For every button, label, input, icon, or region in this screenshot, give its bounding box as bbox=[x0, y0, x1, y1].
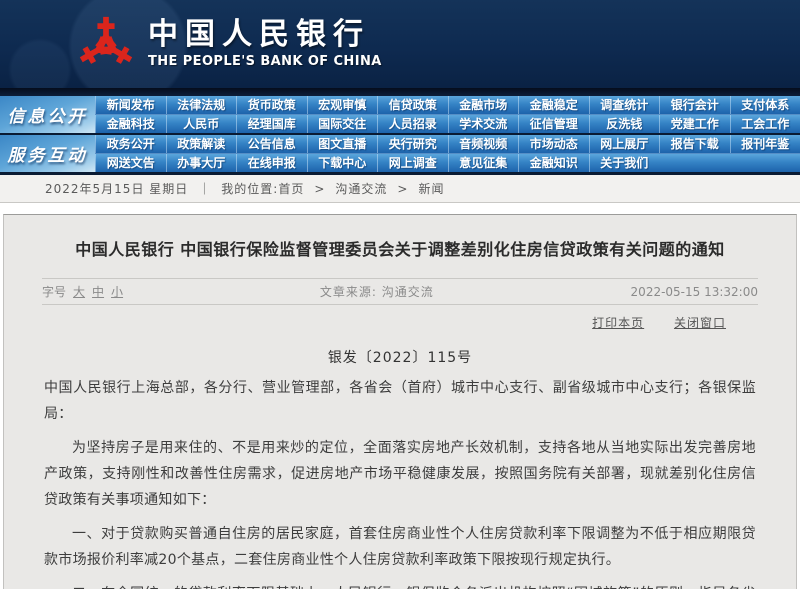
nav-item[interactable]: 支付体系 bbox=[730, 96, 800, 114]
article-actions: 打印本页 关闭窗口 bbox=[4, 314, 726, 331]
nav-item[interactable]: 下载中心 bbox=[307, 154, 378, 172]
print-page-button[interactable]: 打印本页 bbox=[592, 316, 644, 330]
fontsize-small-button[interactable]: 小 bbox=[111, 283, 123, 300]
nav-item[interactable]: 经理国库 bbox=[236, 115, 307, 133]
nav-item[interactable]: 政务公开 bbox=[95, 135, 166, 153]
nav-item[interactable]: 信贷政策 bbox=[377, 96, 448, 114]
nav-top-strip bbox=[0, 88, 800, 96]
site-title-english: THE PEOPLE'S BANK OF CHINA bbox=[148, 54, 382, 69]
nav-item[interactable]: 征信管理 bbox=[518, 115, 589, 133]
nav-item[interactable]: 报刊年鉴 bbox=[730, 135, 800, 153]
breadcrumb-arrow-icon: > bbox=[397, 182, 408, 196]
breadcrumb-pipe: ｜ bbox=[198, 180, 211, 197]
nav-item[interactable]: 国际交往 bbox=[307, 115, 378, 133]
nav-item[interactable]: 办事大厅 bbox=[166, 154, 237, 172]
article-paragraph: 二、在全国统一的贷款利率下限基础上，人民银行、银保监会各派出机构按照“因城施策”… bbox=[44, 581, 756, 589]
breadcrumb-communication-link[interactable]: 沟通交流 bbox=[335, 180, 387, 197]
pboc-logo-icon bbox=[76, 13, 136, 75]
article-paragraph: 为坚持房子是用来住的、不是用来炒的定位，全面落实房地产长效机制，支持各地从当地实… bbox=[44, 435, 756, 513]
nav-item[interactable]: 金融市场 bbox=[448, 96, 519, 114]
gap-strip bbox=[0, 203, 800, 214]
current-date: 2022年5月15日 星期日 bbox=[45, 180, 188, 197]
article-panel: 中国人民银行 中国银行保险监督管理委员会关于调整差别化住房信贷政策有关问题的通知… bbox=[3, 214, 797, 589]
nav-item[interactable]: 金融稳定 bbox=[518, 96, 589, 114]
breadcrumb-home-link[interactable]: 首页 bbox=[278, 182, 304, 196]
breadcrumb-arrow-icon: > bbox=[314, 182, 325, 196]
fontsize-controls: 字号 大 中 小 bbox=[42, 283, 123, 300]
site-header: 中国人民银行 THE PEOPLE'S BANK OF CHINA bbox=[0, 0, 800, 88]
article-paragraph: 一、对于贷款购买普通自住房的居民家庭，首套住房商业性个人住房贷款利率下限调整为不… bbox=[44, 521, 756, 573]
article-title: 中国人民银行 中国银行保险监督管理委员会关于调整差别化住房信贷政策有关问题的通知 bbox=[64, 239, 736, 261]
nav-item[interactable]: 金融知识 bbox=[518, 154, 589, 172]
nav-item[interactable]: 网上调查 bbox=[377, 154, 448, 172]
nav-item[interactable]: 反洗钱 bbox=[589, 115, 660, 133]
nav-item[interactable]: 图文直播 bbox=[307, 135, 378, 153]
nav-item[interactable]: 人民币 bbox=[166, 115, 237, 133]
nav-item[interactable]: 法律法规 bbox=[166, 96, 237, 114]
nav-item[interactable]: 报告下载 bbox=[659, 135, 730, 153]
fontsize-medium-button[interactable]: 中 bbox=[92, 283, 104, 300]
article-paragraph: 中国人民银行上海总部，各分行、营业管理部，各省会（首府）城市中心支行、副省级城市… bbox=[44, 375, 756, 427]
nav-label-info-disclosure[interactable]: 信息公开 bbox=[0, 96, 95, 133]
nav-row-1: 新闻发布法律法规货币政策宏观审慎信贷政策金融市场金融稳定调查统计银行会计支付体系 bbox=[95, 96, 800, 114]
nav-row-2: 金融科技人民币经理国库国际交往人员招录学术交流征信管理反洗钱党建工作工会工作 bbox=[95, 114, 800, 133]
nav-item[interactable]: 网送文告 bbox=[95, 154, 166, 172]
nav-item[interactable]: 市场动态 bbox=[518, 135, 589, 153]
nav-item[interactable]: 央行研究 bbox=[377, 135, 448, 153]
site-title-chinese: 中国人民银行 bbox=[148, 19, 382, 51]
fontsize-large-button[interactable]: 大 bbox=[73, 283, 85, 300]
nav-row-3: 政务公开政策解读公告信息图文直播央行研究音频视频市场动态网上展厅报告下载报刊年鉴 bbox=[95, 135, 800, 153]
article-meta: 字号 大 中 小 文章来源: 沟通交流 2022-05-15 13:32:00 bbox=[42, 279, 758, 304]
nav-item[interactable]: 关于我们 bbox=[589, 154, 660, 172]
fontsize-label: 字号 bbox=[42, 283, 66, 300]
nav-item[interactable]: 网上展厅 bbox=[589, 135, 660, 153]
article-source: 文章来源: 沟通交流 bbox=[123, 283, 630, 300]
nav-item[interactable]: 公告信息 bbox=[236, 135, 307, 153]
breadcrumb-news-link[interactable]: 新闻 bbox=[418, 180, 444, 197]
nav-item[interactable]: 金融科技 bbox=[95, 115, 166, 133]
nav-item[interactable]: 音频视频 bbox=[448, 135, 519, 153]
nav-item[interactable]: 调查统计 bbox=[589, 96, 660, 114]
nav-item[interactable]: 银行会计 bbox=[659, 96, 730, 114]
article-body: 中国人民银行上海总部，各分行、营业管理部，各省会（首府）城市中心支行、副省级城市… bbox=[44, 375, 756, 589]
nav-item[interactable]: 工会工作 bbox=[730, 115, 800, 133]
nav-section-info-disclosure: 信息公开 新闻发布法律法规货币政策宏观审慎信贷政策金融市场金融稳定调查统计银行会… bbox=[0, 96, 800, 133]
nav-item[interactable]: 宏观审慎 bbox=[307, 96, 378, 114]
meta-divider-bottom bbox=[42, 304, 758, 305]
nav-label-service-interaction[interactable]: 服务互动 bbox=[0, 135, 95, 172]
nav-item[interactable]: 学术交流 bbox=[448, 115, 519, 133]
nav-section-service-interaction: 服务互动 政务公开政策解读公告信息图文直播央行研究音频视频市场动态网上展厅报告下… bbox=[0, 135, 800, 172]
logo-text: 中国人民银行 THE PEOPLE'S BANK OF CHINA bbox=[148, 19, 382, 69]
breadcrumb-location: 我的位置:首页 bbox=[221, 180, 304, 197]
document-number: 银发〔2022〕115号 bbox=[4, 347, 796, 367]
nav-item[interactable]: 新闻发布 bbox=[95, 96, 166, 114]
nav-item[interactable]: 人员招录 bbox=[377, 115, 448, 133]
breadcrumb: 2022年5月15日 星期日 ｜ 我的位置:首页 > 沟通交流 > 新闻 bbox=[0, 175, 800, 203]
nav-item[interactable]: 党建工作 bbox=[659, 115, 730, 133]
article-datetime: 2022-05-15 13:32:00 bbox=[631, 285, 758, 299]
main-nav: 信息公开 新闻发布法律法规货币政策宏观审慎信贷政策金融市场金融稳定调查统计银行会… bbox=[0, 88, 800, 175]
nav-item[interactable]: 政策解读 bbox=[166, 135, 237, 153]
nav-row-4: 网送文告办事大厅在线申报下载中心网上调查意见征集金融知识关于我们 bbox=[95, 153, 800, 172]
nav-item[interactable]: 意见征集 bbox=[448, 154, 519, 172]
nav-item[interactable]: 货币政策 bbox=[236, 96, 307, 114]
close-window-button[interactable]: 关闭窗口 bbox=[674, 316, 726, 330]
nav-item[interactable]: 在线申报 bbox=[236, 154, 307, 172]
